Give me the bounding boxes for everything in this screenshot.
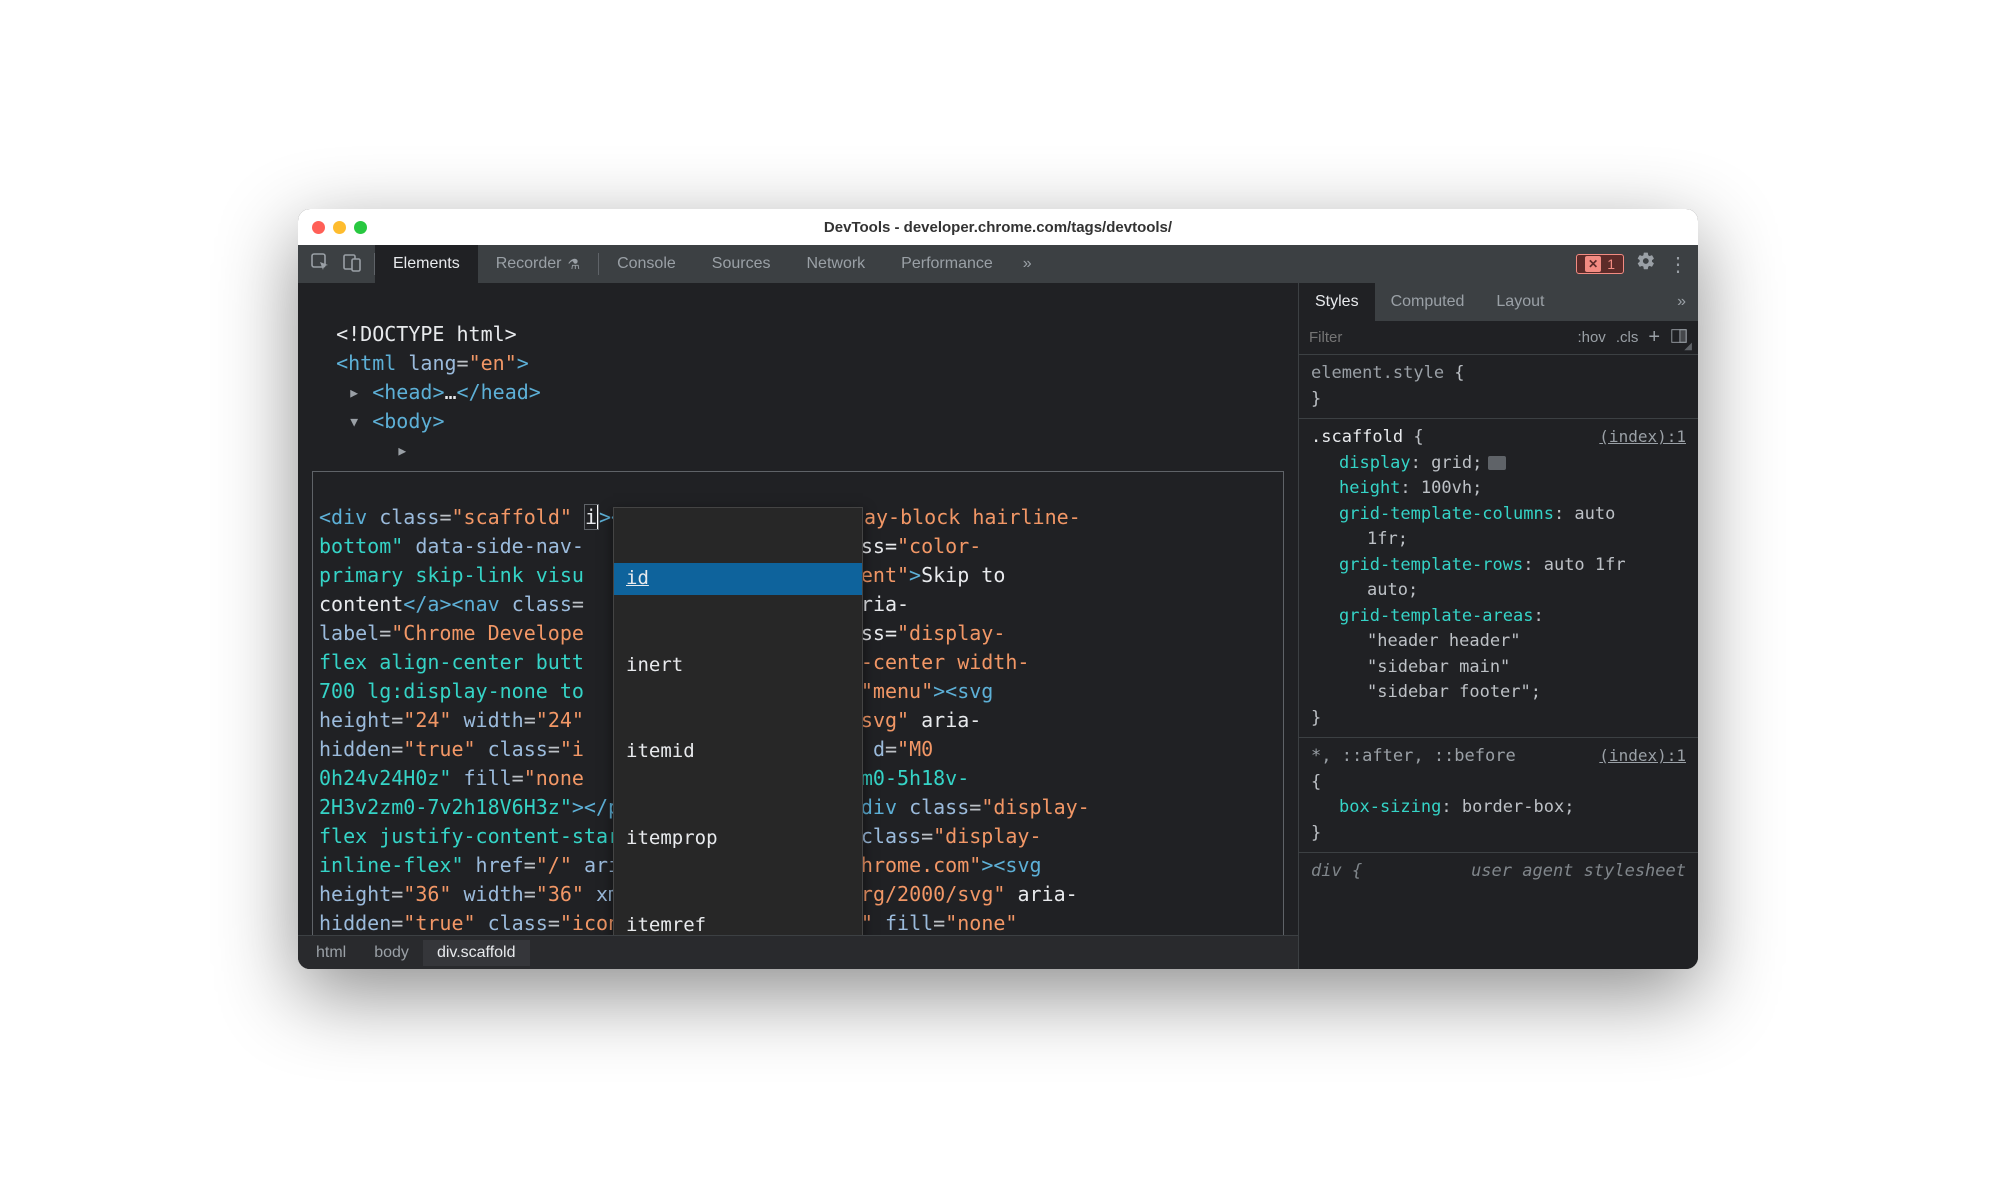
breadcrumb: html body div.scaffold (298, 935, 1298, 969)
style-rule[interactable]: user agent stylesheet div { (1299, 853, 1698, 891)
styles-sidebar: Styles Computed Layout » :hov .cls + ◢ e… (1298, 283, 1698, 969)
elements-panel: <!DOCTYPE html> <html lang="en"> ▸ <head… (298, 283, 1298, 969)
style-rule[interactable]: (index):1 .scaffold { display: grid; hei… (1299, 419, 1698, 738)
crumb-html[interactable]: html (302, 940, 360, 966)
cls-toggle[interactable]: .cls (1616, 329, 1639, 346)
styles-tabs-overflow[interactable]: » (1665, 283, 1698, 321)
flask-icon: ⚗ (568, 256, 581, 273)
resize-handle-icon[interactable]: ◢ (1684, 341, 1692, 352)
styles-tabbar: Styles Computed Layout » (1299, 283, 1698, 321)
crumb-body[interactable]: body (360, 940, 423, 966)
autocomplete-item[interactable]: itemprop (614, 823, 862, 855)
tab-console[interactable]: Console (599, 245, 694, 283)
tab-computed[interactable]: Computed (1375, 283, 1481, 321)
tab-elements[interactable]: Elements (375, 245, 478, 283)
devtools-window: DevTools - developer.chrome.com/tags/dev… (298, 209, 1698, 969)
error-x-icon: ✕ (1585, 256, 1601, 272)
gear-icon[interactable] (1636, 251, 1656, 277)
hov-toggle[interactable]: :hov (1577, 329, 1605, 346)
window-title: DevTools - developer.chrome.com/tags/dev… (298, 219, 1698, 236)
autocomplete-item[interactable]: itemid (614, 736, 862, 768)
crumb-div-scaffold[interactable]: div.scaffold (423, 940, 530, 966)
main-tabbar: Elements Recorder ⚗ Console Sources Netw… (298, 245, 1698, 283)
tab-styles[interactable]: Styles (1299, 283, 1375, 321)
edit-as-html-box[interactable]: <div class="scaffold" i><top-nav class="… (312, 471, 1284, 935)
tab-sources[interactable]: Sources (694, 245, 789, 283)
autocomplete-item[interactable]: inert (614, 650, 862, 682)
user-agent-label: user agent stylesheet (1471, 859, 1686, 885)
style-source-link[interactable]: (index):1 (1599, 744, 1686, 768)
new-style-rule-icon[interactable]: + (1648, 326, 1660, 349)
styles-filter-bar: :hov .cls + ◢ (1299, 321, 1698, 355)
error-badge[interactable]: ✕1 (1576, 254, 1624, 274)
style-rule[interactable]: element.style { } (1299, 355, 1698, 419)
titlebar: DevTools - developer.chrome.com/tags/dev… (298, 209, 1698, 245)
inspect-icon[interactable] (310, 252, 330, 277)
autocomplete-item[interactable]: id (614, 563, 862, 595)
kebab-icon[interactable]: ⋮ (1668, 252, 1688, 277)
tab-recorder[interactable]: Recorder ⚗ (478, 245, 598, 283)
attribute-autocomplete[interactable]: id inert itemid itemprop itemref itemsco… (613, 507, 863, 935)
tab-layout[interactable]: Layout (1480, 283, 1560, 321)
grid-badge-icon[interactable] (1488, 456, 1506, 470)
styles-filter-input[interactable] (1309, 329, 1567, 346)
autocomplete-item[interactable]: itemref (614, 910, 862, 935)
tabs-overflow[interactable]: » (1011, 245, 1044, 283)
tab-performance[interactable]: Performance (883, 245, 1011, 283)
device-toggle-icon[interactable] (342, 252, 362, 277)
style-rule[interactable]: (index):1 *, ::after, ::before{ box-sizi… (1299, 738, 1698, 853)
dom-tree[interactable]: <!DOCTYPE html> <html lang="en"> ▸ <head… (298, 283, 1298, 935)
tab-network[interactable]: Network (788, 245, 883, 283)
style-source-link[interactable]: (index):1 (1599, 425, 1686, 449)
styles-rules: element.style { } (index):1 .scaffold { … (1299, 355, 1698, 969)
